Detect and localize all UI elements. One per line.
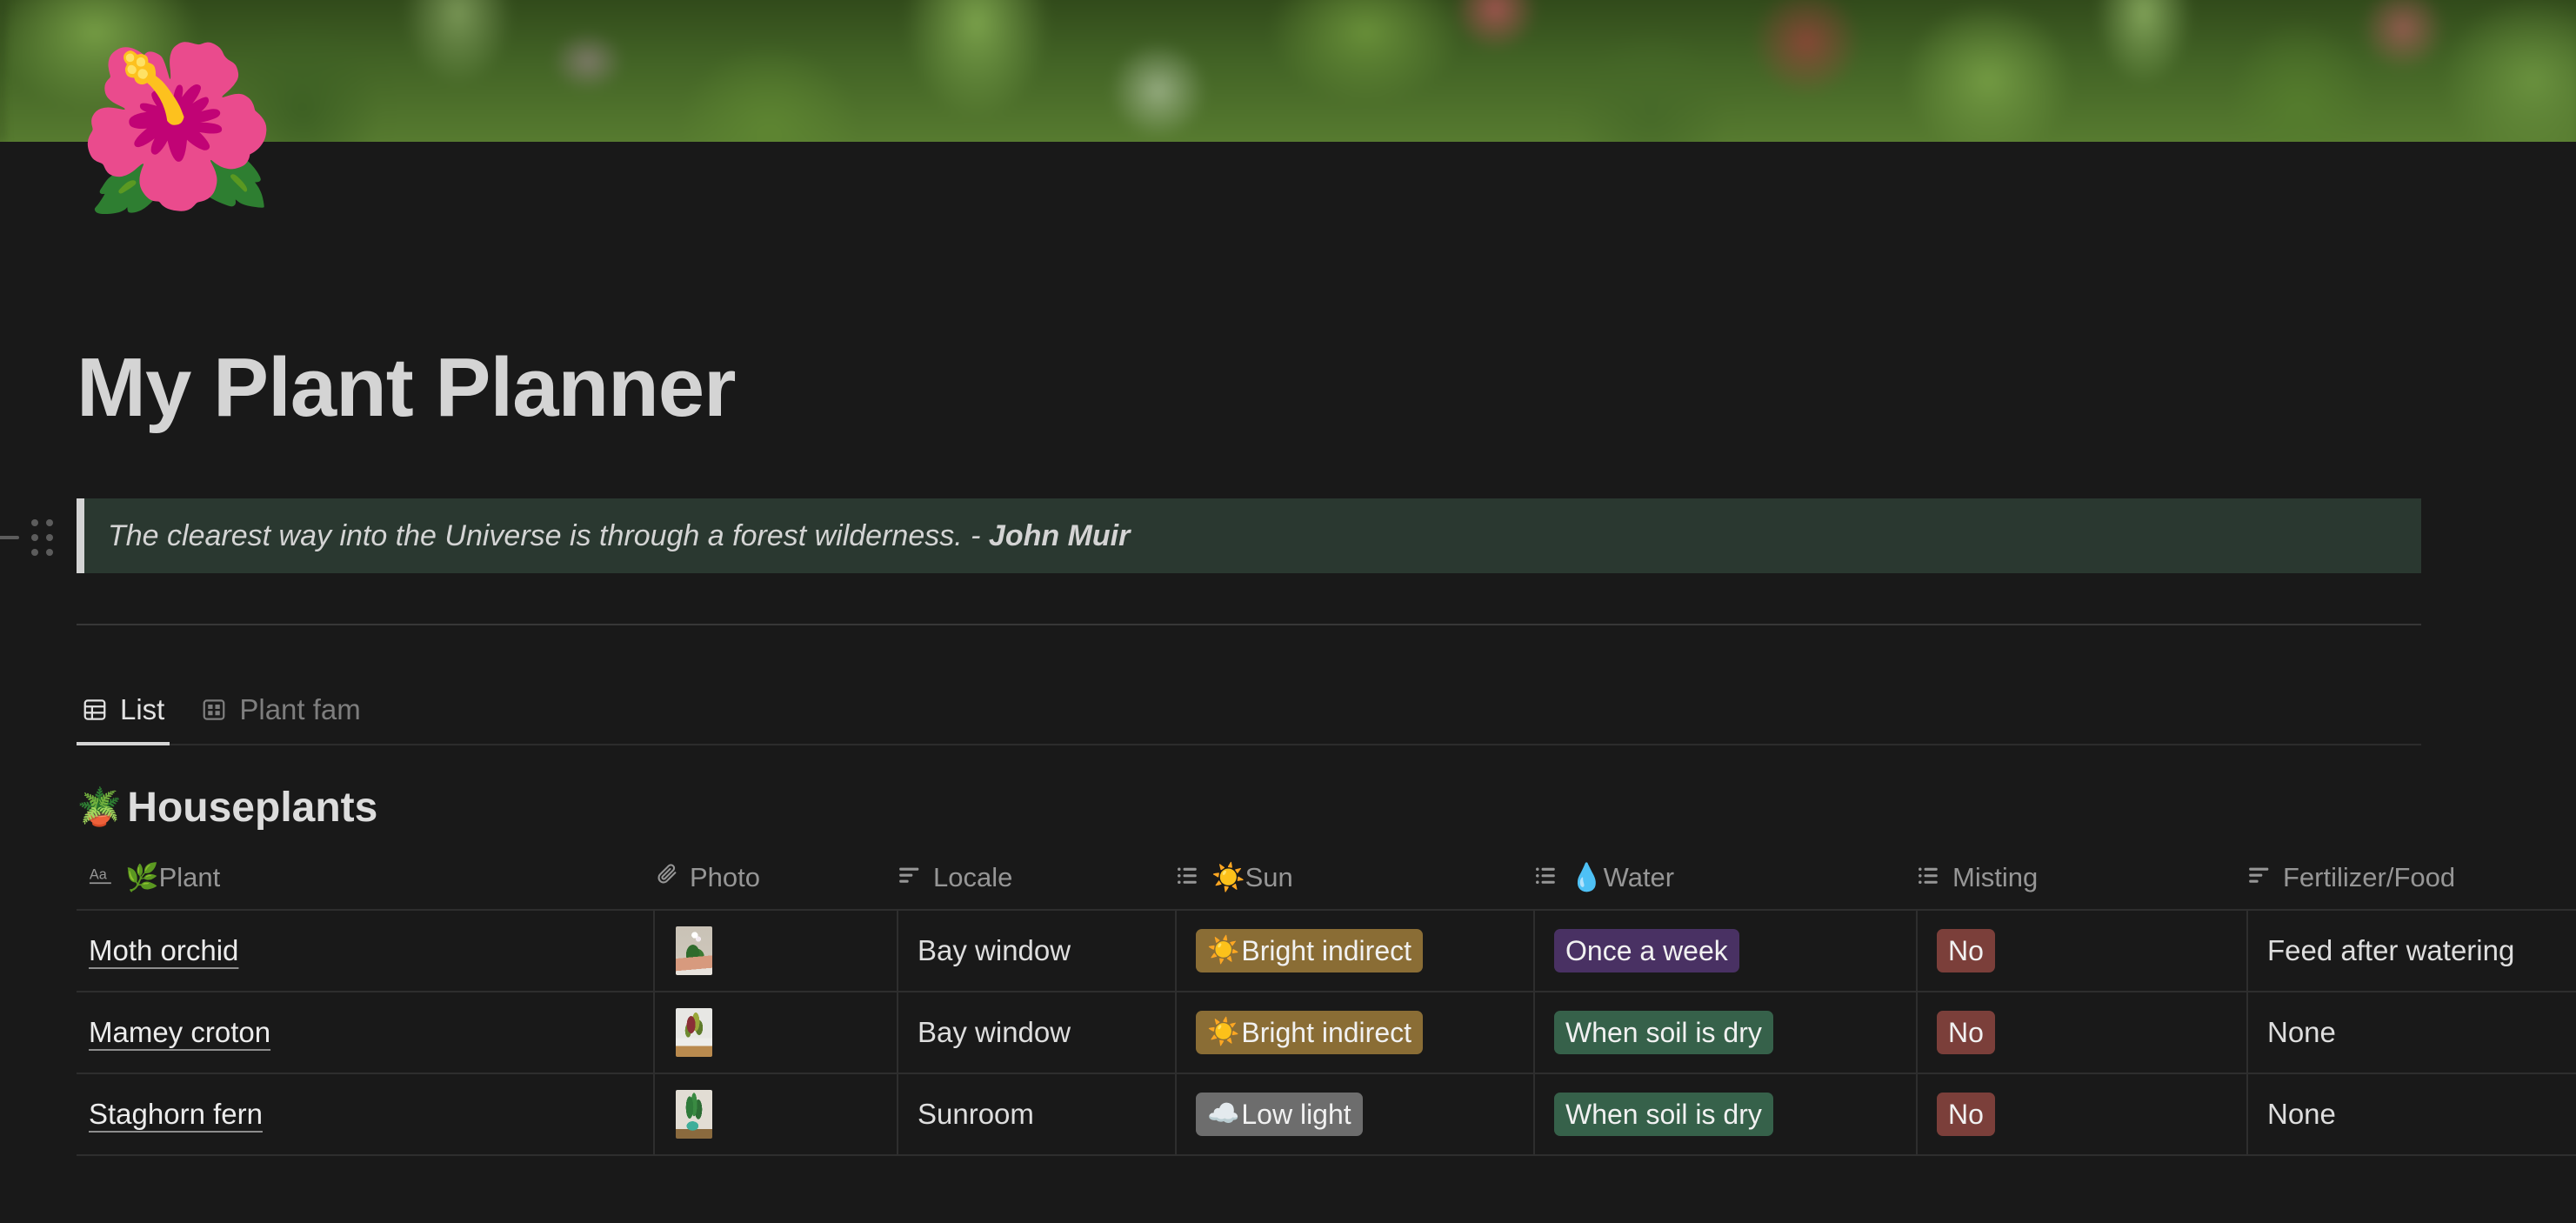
table-row[interactable]: Moth orchid Bay window ☀️ Bright indirect… [77, 911, 2576, 993]
misting-tag: No [1937, 1010, 1995, 1055]
cell-fertilizer[interactable]: None [2248, 992, 2576, 1073]
cell-water[interactable]: When soil is dry [1535, 1074, 1918, 1155]
column-header-photo-label: Photo [690, 861, 761, 892]
cell-fertilizer[interactable]: Feed after watering [2248, 911, 2576, 991]
quote-block[interactable]: The clearest way into the Universe is th… [77, 498, 2421, 574]
select-list-icon [1535, 862, 1559, 893]
fern-thumbnail[interactable] [676, 1090, 712, 1139]
sun-tag: ☀️ Bright indirect [1196, 1010, 1423, 1055]
cover-photo-grass-overlay [0, 0, 2576, 142]
cell-photo[interactable] [655, 911, 898, 992]
gallery-icon [201, 697, 227, 723]
cell-plant[interactable]: Moth orchid [77, 911, 655, 992]
sun-emoji: ☀️ [1207, 1017, 1240, 1046]
cell-plant[interactable]: Staghorn fern [77, 1074, 655, 1155]
sun-tag: ☁️ Low light [1196, 1092, 1363, 1137]
column-header-locale[interactable]: Locale [898, 852, 1177, 912]
sun-tag-label: Bright indirect [1241, 1016, 1411, 1048]
section-heading[interactable]: 🪴 Houseplants [77, 784, 2576, 832]
tab-list[interactable]: List [77, 690, 178, 746]
sun-tag: ☀️ Bright indirect [1196, 928, 1423, 973]
quote-body: The clearest way into the Universe is th… [108, 518, 989, 552]
plant-page-link[interactable]: Mamey croton [89, 1016, 270, 1049]
cell-misting[interactable]: No [1918, 911, 2248, 992]
water-tag: Once a week [1554, 928, 1739, 973]
table-header-row: Aa 🌿Plant Photo Locale ☀️Sun 💧Water Mist… [77, 852, 2576, 912]
text-lines-icon [2248, 862, 2272, 893]
quote-accent-bar [77, 498, 84, 574]
block-controls [0, 518, 53, 556]
page-title[interactable]: My Plant Planner [77, 342, 2576, 434]
column-header-misting[interactable]: Misting [1918, 852, 2248, 912]
drag-handle-icon[interactable] [31, 518, 53, 556]
paperclip-icon [655, 862, 679, 893]
water-tag: When soil is dry [1554, 1010, 1773, 1055]
column-header-water[interactable]: 💧Water [1535, 852, 1918, 912]
cell-sun[interactable]: ☁️ Low light [1177, 1074, 1535, 1155]
plants-table: Aa 🌿Plant Photo Locale ☀️Sun 💧Water Mist… [77, 852, 2576, 1157]
table-row[interactable]: Mamey croton Bay window ☀️ Bright indirec… [77, 992, 2576, 1075]
tab-list-label: List [120, 693, 165, 726]
cell-photo[interactable] [655, 1074, 898, 1155]
cell-locale[interactable]: Bay window [898, 911, 1177, 992]
column-header-plant[interactable]: Aa 🌿Plant [77, 852, 655, 912]
page-content: My Plant Planner The clearest way into t… [0, 342, 2576, 1157]
title-text-icon: Aa [89, 862, 115, 893]
sun-emoji: ☀️ [1207, 935, 1240, 965]
column-header-fertilizer[interactable]: Fertilizer/Food [2248, 852, 2576, 912]
water-tag: When soil is dry [1554, 1092, 1773, 1137]
cell-sun[interactable]: ☀️ Bright indirect [1177, 911, 1535, 992]
svg-text:Aa: Aa [90, 866, 108, 882]
quote-block-row: The clearest way into the Universe is th… [0, 498, 2421, 574]
column-header-locale-label: Locale [933, 861, 1013, 892]
table-row[interactable]: Staghorn fern Sunroom ☁️ Low light When s… [77, 1074, 2576, 1157]
plant-page-link[interactable]: Staghorn fern [89, 1098, 263, 1131]
cell-water[interactable]: Once a week [1535, 911, 1918, 992]
tab-plant-fam-label: Plant fam [239, 693, 361, 726]
cloud-emoji: ☁️ [1207, 1099, 1240, 1128]
section-heading-label: Houseplants [127, 785, 378, 832]
section-divider [77, 624, 2421, 626]
select-list-icon [1918, 862, 1942, 893]
quote-text: The clearest way into the Universe is th… [108, 518, 1130, 555]
text-lines-icon [898, 862, 923, 893]
misting-tag: No [1937, 1092, 1995, 1137]
column-header-sun-label: ☀️Sun [1211, 862, 1293, 893]
column-header-sun[interactable]: ☀️Sun [1177, 852, 1535, 912]
add-block-icon[interactable] [0, 535, 19, 539]
tab-plant-fam[interactable]: Plant fam [196, 690, 374, 744]
cell-plant[interactable]: Mamey croton [77, 992, 655, 1073]
sun-tag-label: Low light [1241, 1098, 1351, 1130]
hibiscus-page-icon[interactable]: 🌺 [77, 33, 277, 224]
plant-page-link[interactable]: Moth orchid [89, 934, 238, 967]
column-header-plant-label: 🌿Plant [125, 862, 221, 893]
cell-water[interactable]: When soil is dry [1535, 992, 1918, 1073]
potted-plant-icon: 🪴 [77, 786, 123, 828]
column-header-photo[interactable]: Photo [655, 852, 898, 912]
orchid-thumbnail[interactable] [676, 926, 712, 976]
misting-tag: No [1937, 928, 1995, 973]
croton-thumbnail[interactable] [676, 1008, 712, 1058]
cell-misting[interactable]: No [1918, 1074, 2248, 1155]
select-list-icon [1177, 862, 1201, 893]
quote-author: John Muir [988, 518, 1131, 552]
column-header-misting-label: Misting [1952, 861, 2039, 892]
page-cover-image[interactable] [0, 0, 2576, 142]
cell-locale[interactable]: Bay window [898, 992, 1177, 1073]
cell-photo[interactable] [655, 992, 898, 1073]
database-view-tabs: List Plant fam [77, 690, 2421, 746]
table-body: Moth orchid Bay window ☀️ Bright indirect… [77, 911, 2576, 1157]
sun-tag-label: Bright indirect [1241, 934, 1411, 966]
cell-misting[interactable]: No [1918, 992, 2248, 1073]
table-icon [82, 697, 108, 723]
column-header-water-label: 💧Water [1570, 862, 1675, 893]
column-header-fertilizer-label: Fertilizer/Food [2283, 861, 2456, 892]
cell-sun[interactable]: ☀️ Bright indirect [1177, 992, 1535, 1073]
cell-locale[interactable]: Sunroom [898, 1074, 1177, 1155]
cell-fertilizer[interactable]: None [2248, 1074, 2576, 1154]
